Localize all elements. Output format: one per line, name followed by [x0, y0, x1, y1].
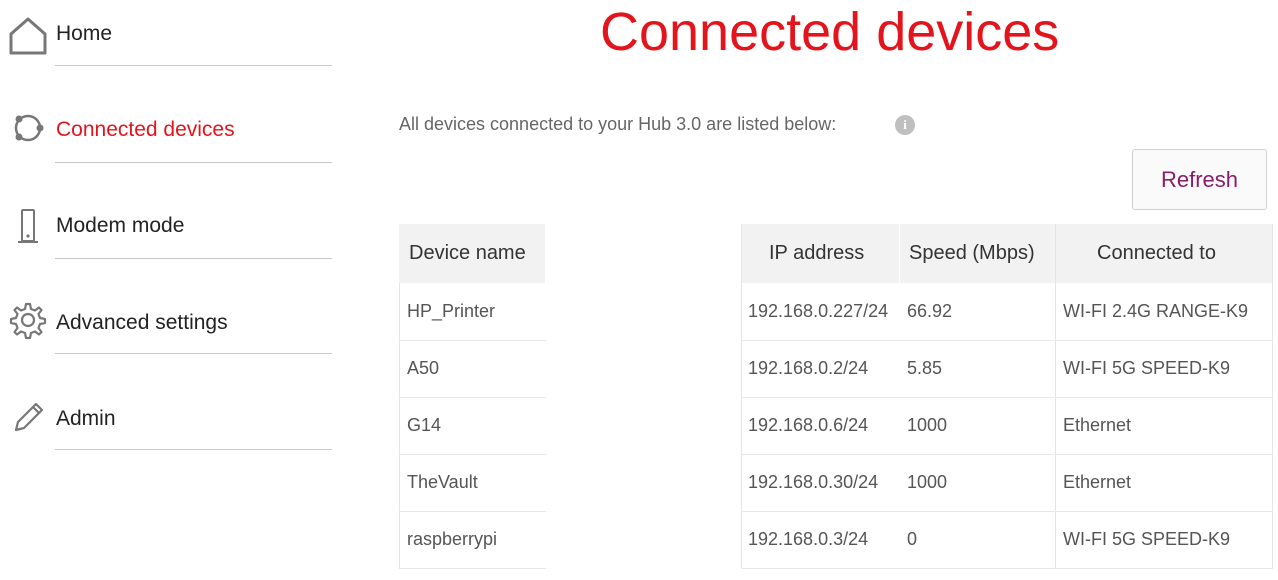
pencil-icon	[8, 396, 48, 436]
refresh-button[interactable]: Refresh	[1132, 149, 1267, 210]
ip-address-cell: 192.168.0.30/24	[748, 472, 879, 492]
device-name-cell: G14	[407, 415, 442, 435]
connected-devices-icon	[8, 108, 48, 148]
divider	[55, 353, 332, 354]
column-header-ip-address: IP address	[769, 242, 865, 264]
sidebar-item-home[interactable]: Home	[0, 0, 332, 96]
connected-to-cell: WI-FI 2.4G RANGE-K9	[1063, 301, 1249, 321]
sidebar-item-connected-devices[interactable]: Connected devices	[0, 96, 332, 192]
sidebar-item-advanced-settings[interactable]: Advanced settings	[0, 288, 332, 384]
speed-cell: 0	[907, 529, 918, 549]
sidebar-item-admin[interactable]: Admin	[0, 384, 332, 480]
modem-icon	[8, 206, 48, 246]
sidebar-item-label: Advanced settings	[56, 311, 228, 334]
speed-cell: 66.92	[907, 301, 953, 321]
row-divider	[741, 568, 1273, 569]
connected-to-cell: Ethernet	[1063, 472, 1132, 492]
device-name-cell: HP_Printer	[407, 301, 496, 321]
sidebar-item-modem-mode[interactable]: Modem mode	[0, 192, 332, 288]
intro-text: All devices connected to your Hub 3.0 ar…	[399, 114, 837, 134]
sidebar-item-label: Connected devices	[56, 118, 235, 141]
device-name-cell: raspberrypi	[407, 529, 498, 549]
device-name-cell: A50	[407, 358, 440, 378]
ip-address-cell: 192.168.0.6/24	[748, 415, 869, 435]
row-divider	[399, 568, 546, 569]
info-icon[interactable]: i	[895, 115, 915, 135]
gear-icon	[8, 300, 48, 340]
speed-cell: 1000	[907, 472, 948, 492]
device-name-cell: TheVault	[407, 472, 478, 492]
connected-to-cell: WI-FI 5G SPEED-K9	[1063, 358, 1231, 378]
divider	[55, 65, 332, 66]
ip-address-cell: 192.168.0.3/24	[748, 529, 869, 549]
column-header-speed: Speed (Mbps)	[909, 242, 1035, 264]
speed-cell: 1000	[907, 415, 948, 435]
divider	[55, 258, 332, 259]
connected-to-cell: Ethernet	[1063, 415, 1132, 435]
speed-cell: 5.85	[907, 358, 943, 378]
sidebar-item-label: Admin	[56, 407, 116, 430]
sidebar-item-label: Home	[56, 22, 113, 45]
column-divider	[399, 283, 400, 569]
column-header-connected-to: Connected to	[1097, 242, 1216, 264]
sidebar-item-label: Modem mode	[56, 214, 185, 237]
divider	[55, 449, 332, 450]
home-icon	[8, 16, 48, 56]
divider	[55, 162, 332, 163]
connected-to-cell: WI-FI 5G SPEED-K9	[1063, 529, 1231, 549]
page-title: Connected devices	[600, 2, 1060, 62]
column-header-device-name: Device name	[409, 242, 526, 264]
ip-address-cell: 192.168.0.2/24	[748, 358, 869, 378]
ip-address-cell: 192.168.0.227/24	[748, 301, 889, 321]
